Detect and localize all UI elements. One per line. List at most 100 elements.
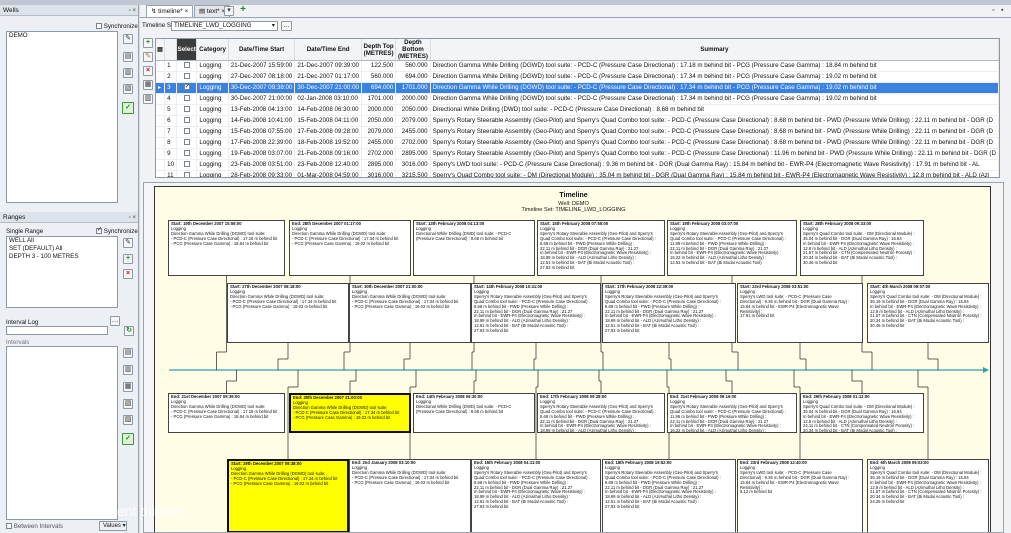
close-icon[interactable]: × (184, 8, 188, 15)
select-cell[interactable] (176, 137, 198, 149)
settings-icon[interactable]: ▥ (143, 94, 153, 104)
timeline-event-box[interactable]: Start: 14th February 2008 10:41:00 Loggin… (471, 283, 601, 343)
add-row-icon[interactable]: + (143, 38, 153, 48)
row-select-checkbox[interactable] (183, 161, 190, 168)
restore-icon[interactable]: ▫ (992, 7, 994, 14)
select-cell[interactable] (176, 126, 198, 138)
row-select-checkbox[interactable] (183, 62, 190, 69)
table-row[interactable]: 11 Logging 28-Feb-2008 09:33:00 01-Mar-2008… (156, 170, 999, 177)
delete-row-icon[interactable]: × (143, 66, 153, 76)
table-row[interactable]: 8 Logging 17-Feb-2008 22:39:00 18-Feb-2008 … (156, 137, 999, 149)
well-info-icon[interactable]: ▧ (123, 84, 133, 94)
timeline-event-box[interactable]: Start: 15th February 2008 07:55:00 Loggin… (537, 220, 665, 276)
row-select-checkbox[interactable] (183, 150, 190, 157)
table-row[interactable]: 5 Logging 13-Feb-2008 04:13:00 14-Feb-2008 … (156, 104, 999, 116)
row-select-checkbox[interactable] (183, 128, 190, 135)
edit-row-icon[interactable]: ✎ (143, 52, 153, 62)
interval-copy-icon[interactable]: ▥ (123, 365, 133, 375)
select-cell[interactable] (176, 93, 198, 105)
table-row[interactable]: 9 Logging 19-Feb-2008 03:07:00 21-Feb-2008 … (156, 148, 999, 160)
interval-edit-icon[interactable]: ▤ (123, 348, 133, 358)
range-item[interactable]: SET (DEFAULT) All (7, 245, 117, 253)
wells-synchronize-checkbox[interactable] (96, 23, 102, 30)
select-cell[interactable] (176, 71, 198, 83)
select-cell[interactable] (176, 82, 198, 94)
row-select-checkbox[interactable] (183, 95, 190, 102)
timeline-event-box[interactable]: End: 21st December 2007 09:39:00 Logging D… (168, 393, 285, 433)
close-view-icon[interactable]: ▪ (1001, 7, 1003, 14)
timeline-event-box[interactable]: Start: 23rd February 2008 03:51:00 Loggin… (737, 283, 863, 343)
interval-log-select[interactable] (6, 326, 108, 335)
interval-log-refresh-icon[interactable]: ↻ (124, 326, 134, 336)
add-tab-icon[interactable]: + (238, 5, 248, 16)
browse-button[interactable]: ... (281, 21, 292, 31)
table-row[interactable]: 1 Logging 21-Dec-2007 15:59:00 21-Dec-2007 … (156, 60, 999, 72)
timeline-event-box[interactable]: Start: 19th December 2007 15:59:00 Loggin… (168, 220, 285, 276)
column-header-depth-top[interactable]: Depth Top (METRES) (361, 39, 397, 61)
row-select-checkbox[interactable] (183, 83, 190, 92)
timeline-event-box[interactable]: End: 21st February 2008 09:16:00 Logging S… (667, 393, 797, 433)
timeline-event-box[interactable]: End: 29th February 2008 01:12:00 Logging S… (800, 393, 924, 433)
row-select-checkbox[interactable] (183, 139, 190, 146)
tab-timeline[interactable]: ↯ timeline* × (146, 5, 194, 17)
range-edit-icon[interactable]: ✎ (123, 238, 133, 248)
table-row[interactable]: 10 Logging 23-Feb-2008 03:51:00 23-Feb-2008… (156, 159, 999, 171)
wells-synchronize[interactable]: Synchronize (96, 23, 138, 30)
range-item[interactable]: DEPTH 3 - 100 METRES (7, 253, 117, 261)
select-cell[interactable] (176, 159, 198, 171)
timeline-event-box[interactable]: Start: 4th March 2008 09:07:00 Logging Spe… (867, 283, 989, 343)
range-delete-icon[interactable]: × (123, 269, 133, 279)
column-header-start[interactable]: Date/Time Start (228, 39, 296, 61)
range-synchronize[interactable]: Synchronize (96, 226, 138, 235)
range-item[interactable]: WELL All (7, 237, 117, 245)
column-header-end[interactable]: Date/Time End (294, 39, 362, 61)
import-icon[interactable]: ▦ (143, 80, 153, 90)
table-row[interactable]: 6 Logging 14-Feb-2008 10:41:00 15-Feb-2008 … (156, 115, 999, 127)
table-row[interactable]: ▸3 Logging30-Dec-2007 09:38:0030-Dec-2007… (156, 82, 999, 94)
timeline-event-box[interactable]: End: 23rd February 2008 12:40:00 Logging S… (737, 459, 863, 532)
timeline-event-box[interactable]: End: 6th March 2008 09:03:00 Logging Sperr… (867, 459, 989, 532)
timeline-event-box[interactable]: End: 17th February 2008 09:28:00 Logging S… (537, 393, 665, 433)
timeline-set-select[interactable]: TIMELINE_LWD_LOGGING ▾ (171, 21, 278, 31)
row-select-checkbox[interactable] (183, 106, 190, 113)
well-copy-icon[interactable]: ▤ (123, 52, 133, 62)
interval-log-browse-icon[interactable]: … (110, 316, 120, 326)
timeline-event-box[interactable]: Start: 27th December 2007 08:18:00 Loggin… (227, 283, 349, 343)
timeline-event-box[interactable]: End: 15th February 2008 04:11:00 Logging S… (471, 459, 601, 532)
timeline-event-box[interactable]: Start: 28th February 2008 09:33:00 Loggin… (800, 220, 924, 276)
interval-delete-icon[interactable]: ▨ (123, 415, 133, 425)
table-row[interactable]: 7 Logging 15-Feb-2008 07:55:00 17-Feb-2008 … (156, 126, 999, 138)
timeline-grid[interactable]: ▤ Select Category Date/Time Start Date/T… (155, 38, 1000, 178)
tab-list-icon[interactable]: ▾ (224, 6, 234, 16)
interval-move-icon[interactable]: ▦ (123, 382, 133, 392)
timeline-event-box[interactable]: Start: 19th February 2008 03:07:00 Loggin… (667, 220, 797, 276)
well-edit-icon[interactable]: ✎ (123, 34, 133, 44)
select-column-header[interactable]: Select (176, 39, 198, 61)
values-dropdown[interactable]: Values ▾ (99, 521, 127, 531)
well-ok-icon[interactable]: ✓ (122, 102, 134, 114)
timeline-event-box[interactable]: End: 2nd January 2008 03:10:00 Logging Dir… (349, 459, 471, 532)
timeline-event-box[interactable]: Start: 30th December 2007 21:00:00 Loggin… (349, 283, 471, 343)
table-row[interactable]: 4 Logging 30-Dec-2007 21:00:00 02-Jan-2008 … (156, 93, 999, 105)
column-header-depth-bottom[interactable]: Depth Bottom (METRES) (395, 39, 431, 61)
timeline-event-box[interactable]: End: 28th December 2007 01:17:00 Logging D… (289, 220, 411, 276)
select-cell[interactable] (176, 170, 198, 177)
wells-list[interactable]: DEMO (6, 31, 118, 203)
timeline-event-box[interactable]: Start: 17th February 2008 22:39:00 Loggin… (602, 283, 736, 343)
timeline-event-box[interactable]: End: 18th February 2008 19:52:00 Logging S… (602, 459, 736, 532)
timeline-event-box[interactable]: Start: 29th December 2007 09:38:00 Loggin… (227, 459, 349, 532)
range-synchronize-checkbox[interactable] (96, 226, 102, 235)
timeline-event-box[interactable]: End: 14th February 2008 06:30:00 Logging D… (413, 393, 535, 433)
table-row[interactable]: 2 Logging 27-Dec-2007 08:18:00 21-Dec-2007 … (156, 71, 999, 83)
well-delete-icon[interactable]: ▥ (123, 68, 133, 78)
range-add-icon[interactable]: + (123, 254, 133, 264)
panel-controls-icon[interactable]: ▫ × (129, 213, 136, 224)
select-cell[interactable] (176, 104, 198, 116)
row-select-checkbox[interactable] (183, 117, 190, 124)
between-intervals-checkbox[interactable] (6, 523, 12, 530)
select-cell[interactable] (176, 60, 198, 72)
interval-ok-icon[interactable]: ✓ (122, 433, 134, 445)
row-select-checkbox[interactable] (183, 73, 190, 80)
timeline-event-box[interactable]: End: 30th December 2007 21:00:00 Logging D… (289, 393, 411, 433)
timeline-event-box[interactable]: Start: 13th February 2008 04:13:00 Loggin… (413, 220, 535, 276)
